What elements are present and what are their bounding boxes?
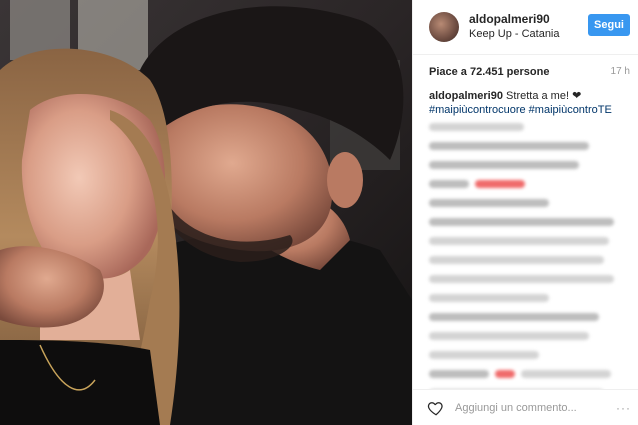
post-sidebar: aldopalmeri90 Keep Up - Catania Segui Pi… [412, 0, 638, 425]
blurred-comment [429, 199, 549, 207]
comments-list [413, 117, 638, 389]
blurred-comment [429, 237, 609, 245]
blurred-comment-part [429, 370, 489, 378]
blurred-comment [429, 161, 579, 169]
caption-text: Stretta a me! ❤ [506, 90, 582, 102]
likes-count[interactable]: Piace a 72.451 persone [429, 66, 549, 78]
comment-input[interactable] [453, 400, 616, 415]
blurred-comment [429, 313, 599, 321]
instagram-post: aldopalmeri90 Keep Up - Catania Segui Pi… [0, 0, 638, 425]
avatar[interactable] [429, 12, 459, 42]
author-info: aldopalmeri90 Keep Up - Catania [469, 12, 588, 41]
more-options-icon[interactable]: ··· [616, 401, 630, 415]
blurred-comment-part [475, 180, 525, 188]
caption-username[interactable]: aldopalmeri90 [429, 90, 503, 102]
blurred-comment-part [495, 370, 515, 378]
post-header: aldopalmeri90 Keep Up - Catania Segui [413, 0, 638, 55]
author-username[interactable]: aldopalmeri90 [469, 12, 588, 26]
blurred-comment-part [521, 370, 611, 378]
blurred-comment [429, 123, 524, 131]
post-photo[interactable] [0, 0, 412, 425]
follow-button[interactable]: Segui [588, 14, 630, 36]
blurred-comment [429, 332, 589, 340]
blurred-comment-part [429, 180, 469, 188]
blurred-comment [429, 351, 539, 359]
post-caption: aldopalmeri90 Stretta a me! ❤ #maipiùcon… [413, 77, 638, 117]
blurred-comment [429, 256, 604, 264]
blurred-comment [429, 142, 589, 150]
caption-hashtags[interactable]: #maipiùcontrocuore #maipiùcontroTE [429, 103, 628, 117]
blurred-comment [429, 180, 628, 199]
post-location[interactable]: Keep Up - Catania [469, 27, 588, 41]
post-meta: Piace a 72.451 persone 17 h [413, 55, 638, 78]
blurred-comment [429, 294, 549, 302]
post-time[interactable]: 17 h [611, 66, 630, 77]
blurred-comment [429, 275, 614, 283]
blurred-comment [429, 370, 628, 389]
heart-outline-icon[interactable] [427, 399, 445, 417]
blurred-comment [429, 218, 614, 226]
comment-box: ··· [413, 389, 638, 425]
photo-illustration [0, 0, 412, 425]
